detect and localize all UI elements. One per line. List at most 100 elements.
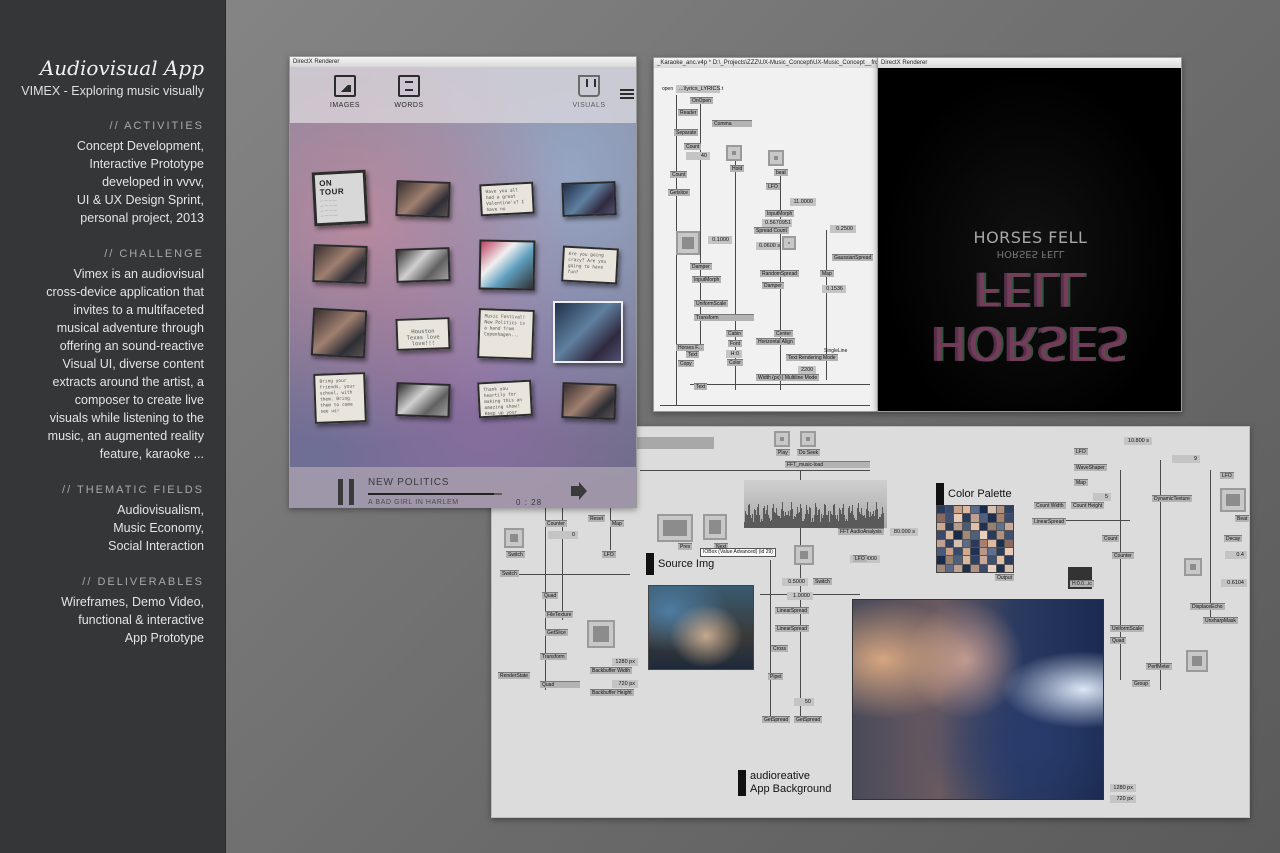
node-linearspread-2[interactable]: LinearSpread [775, 625, 810, 632]
window-titlebar[interactable]: _Karaoke_anc.v4p * D:\_Projects\ZZZ\UX-M… [654, 58, 877, 68]
pause-icon[interactable] [338, 479, 354, 505]
photo-tile[interactable] [395, 382, 451, 418]
node-randomspread[interactable]: RandomSpread [760, 270, 800, 277]
node-decay[interactable]: Decay [1224, 535, 1243, 542]
node-singleline[interactable]: SingleLine [822, 348, 849, 355]
node-filename[interactable]: ...\lyrics_LYRICS.t [676, 85, 723, 93]
node-text-rendering-mode[interactable]: Text Rendering Mode [786, 354, 838, 361]
value-box[interactable]: 0.5000 [782, 578, 808, 586]
toggle-box[interactable] [504, 528, 524, 548]
value-box[interactable]: 10.800 s [1124, 437, 1152, 445]
node-switch-2[interactable]: Switch [500, 570, 519, 577]
node-renderstate[interactable]: RenderState [498, 672, 531, 679]
play-toggle[interactable] [774, 431, 790, 447]
node-uniformscale[interactable]: UniformScale [694, 300, 729, 307]
photo-tile[interactable] [395, 180, 451, 218]
node-prev[interactable]: Prev [678, 543, 693, 550]
node-map[interactable]: Map [610, 520, 624, 527]
value-box[interactable]: 5 [1093, 493, 1111, 501]
node-dynamictexture[interactable]: DynamicTexture [1152, 495, 1192, 502]
photo-tile-selected[interactable] [553, 301, 623, 363]
node-backbuffer-width[interactable]: Backbuffer Width [590, 667, 632, 674]
node-transform[interactable]: Transform [540, 653, 567, 660]
prev-button[interactable] [657, 514, 693, 542]
value-box[interactable]: 0.0600 s [756, 242, 780, 250]
speaker-icon[interactable] [571, 482, 587, 500]
node-separate[interactable]: Separate [674, 129, 699, 136]
value-box[interactable]: 0.1000 [708, 236, 732, 244]
text-tile[interactable]: Have you all had a great Valentine's? I … [479, 181, 535, 217]
node-play[interactable]: Play [776, 449, 790, 456]
node-fft-audioanalysis[interactable]: FFT AudioAnalysis [838, 528, 884, 535]
value-box[interactable]: 720 px [612, 680, 638, 688]
node-hold[interactable]: Hold [730, 165, 745, 172]
photo-tile[interactable] [310, 307, 368, 359]
toggle-box[interactable] [726, 145, 742, 161]
value-box[interactable]: 1280 px [1110, 784, 1136, 792]
nav-visuals[interactable]: VISUALS [566, 75, 612, 109]
value-box[interactable]: 50 [794, 698, 814, 706]
node-waveshaper[interactable]: WaveShaper [1074, 464, 1107, 471]
node-count-2[interactable]: Count [670, 171, 688, 178]
node-counter[interactable]: Counter [545, 520, 567, 527]
app-window[interactable]: DirectX Renderer IMAGES WORDS VISUALS ON… [289, 56, 637, 508]
node-beat[interactable]: beat [774, 169, 788, 176]
window-titlebar[interactable]: DirectX Renderer [878, 58, 1181, 68]
node-lfo-3[interactable]: LFO [1074, 448, 1088, 455]
node-inputmorph-2[interactable]: InputMorph [692, 276, 722, 283]
toggle-box[interactable] [1184, 558, 1202, 576]
render-window-karaoke[interactable]: DirectX Renderer HORSES FELL HORSES FELL… [877, 57, 1182, 412]
value-box[interactable]: 11.0000 [790, 198, 816, 206]
value-box[interactable]: 2200 [798, 366, 816, 374]
node-lfo-2[interactable]: LFO [853, 555, 867, 562]
node-inputmorph[interactable]: InputMorph [765, 210, 795, 217]
toggle-box[interactable] [1186, 650, 1208, 672]
nav-words[interactable]: WORDS [386, 75, 432, 109]
next-button[interactable] [703, 514, 727, 540]
node-linearspread-3[interactable]: LinearSpread [1032, 518, 1067, 525]
node-getspread-2[interactable]: GetSpread [794, 716, 823, 723]
node-text-2[interactable]: Text [694, 383, 708, 390]
node-open[interactable]: open [660, 86, 675, 93]
text-tile[interactable]: Thank you heartily for making this an am… [477, 379, 533, 419]
node-lfo[interactable]: LFO [602, 551, 616, 558]
value-box[interactable]: 0.1536 [822, 285, 846, 293]
node-output[interactable]: Output [995, 574, 1015, 581]
photo-tile[interactable] [312, 244, 368, 284]
node-text[interactable]: Text [686, 351, 700, 358]
node-reset[interactable]: Reset [588, 515, 606, 522]
node-linearspread[interactable]: LinearSpread [775, 607, 810, 614]
node-counter-2[interactable]: Counter [1112, 552, 1134, 559]
value-box[interactable]: 80.000 s [890, 528, 918, 536]
node-damper-2[interactable]: Damper [762, 282, 784, 289]
node-switch[interactable]: Switch [506, 551, 525, 558]
get-tickets-link[interactable]: GET TICKETS [321, 220, 361, 227]
toggle-box[interactable] [1220, 488, 1246, 512]
node-onopen[interactable]: OnOpen [690, 97, 713, 104]
text-tile[interactable]: Bring your friends, your school, with th… [313, 372, 367, 424]
progress-bar[interactable] [368, 493, 502, 495]
node-hsv[interactable]: H:0.0...ic [1070, 580, 1094, 587]
value-box[interactable]: 1.0000 [787, 592, 813, 600]
photo-tile[interactable] [561, 181, 617, 217]
node-getslice[interactable]: GetSlice [545, 629, 568, 636]
node-getspread[interactable]: GetSpread [762, 716, 791, 723]
node-displaceecho[interactable]: DisplaceEcho [1190, 603, 1225, 610]
node-spread-count[interactable]: Spread Count [754, 227, 789, 234]
toggle-box[interactable] [676, 231, 700, 255]
value-box[interactable]: 40 [686, 152, 710, 160]
value-box[interactable]: 9 [1172, 455, 1200, 463]
value-box[interactable]: 0.2500 [830, 225, 856, 233]
node-count-width[interactable]: Count Width [1034, 502, 1066, 509]
node-quad-2[interactable]: Quad [540, 681, 580, 688]
node-uniformscale[interactable]: UniformScale [1110, 625, 1145, 632]
nav-images[interactable]: IMAGES [322, 75, 368, 109]
node-damper[interactable]: Damper [690, 263, 712, 270]
node-count-height[interactable]: Count Height [1071, 502, 1105, 509]
node-count[interactable]: Count [1102, 535, 1120, 542]
node-cabin[interactable]: Cabin [726, 330, 744, 337]
hamburger-menu-icon[interactable] [620, 89, 634, 99]
window-titlebar[interactable]: DirectX Renderer [290, 57, 636, 67]
node-backbuffer-height[interactable]: Backbuffer Height [590, 689, 634, 696]
text-tile[interactable]: Are you going crazy? Are you going to ha… [561, 245, 619, 285]
